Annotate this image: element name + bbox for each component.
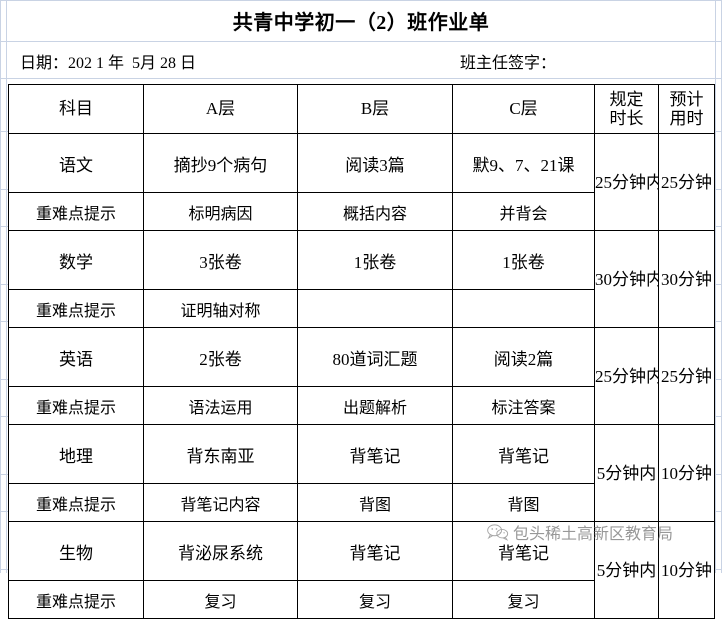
task-level-a: 背泌尿系统 (143, 521, 298, 581)
task-level-a: 摘抄9个病句 (143, 133, 298, 193)
subject-name: 数学 (8, 230, 144, 290)
header-level-b: B层 (297, 84, 453, 134)
task-level-c: 背笔记 (452, 424, 595, 484)
required-time: 25分钟内 (594, 327, 659, 425)
task-level-c: 1张卷 (452, 230, 595, 290)
task-level-a: 背东南亚 (143, 424, 298, 484)
subject-name: 语文 (8, 133, 144, 193)
hint-level-b: 背图 (297, 483, 453, 522)
task-level-a: 2张卷 (143, 327, 298, 387)
task-level-c: 阅读2篇 (452, 327, 595, 387)
hint-level-b: 概括内容 (297, 192, 453, 231)
hint-label: 重难点提示 (8, 192, 144, 231)
estimated-time: 30分钟 (658, 230, 715, 328)
hint-level-c: 并背会 (452, 192, 595, 231)
table-row: 地理 背东南亚 背笔记 背笔记 5分钟内 10分钟 (8, 424, 715, 522)
task-level-b: 背笔记 (297, 424, 453, 484)
header-estimated-time-line2: 用时 (669, 109, 704, 128)
meta-row: 日期：202 1 年 5月 28 日 班主任签字： (8, 42, 714, 78)
header-required-time-line1: 规定 (609, 89, 644, 109)
hint-level-b (297, 289, 453, 328)
required-time: 5分钟内 (594, 521, 659, 619)
date-label: 日期：202 1 年 5月 28 日 (20, 55, 197, 72)
hint-level-b: 出题解析 (297, 386, 453, 425)
required-time: 30分钟内 (594, 230, 659, 328)
required-time: 5分钟内 (594, 424, 659, 522)
subject-name: 生物 (8, 521, 144, 581)
hint-label: 重难点提示 (8, 289, 144, 328)
subject-name: 地理 (8, 424, 144, 484)
hint-label: 重难点提示 (8, 483, 144, 522)
hint-level-a: 语法运用 (143, 386, 298, 425)
hint-level-c: 背图 (452, 483, 595, 522)
task-level-a: 3张卷 (143, 230, 298, 290)
required-time: 25分钟内 (594, 133, 659, 231)
task-level-b: 阅读3篇 (297, 133, 453, 193)
task-level-b: 1张卷 (297, 230, 453, 290)
table-row: 语文 摘抄9个病句 阅读3篇 默9、7、21课 25分钟内 25分钟 (8, 133, 715, 231)
task-level-b: 背笔记 (297, 521, 453, 581)
subject-name: 英语 (8, 327, 144, 387)
homework-table: 科目 A层 B层 C层 规定 时长 预计 用时 语文 摘抄9个病句 阅读3篇 默… (8, 84, 715, 619)
header-required-time: 规定 时长 (594, 84, 659, 134)
hint-level-a: 标明病因 (143, 192, 298, 231)
header-subject: 科目 (8, 84, 144, 134)
hint-label: 重难点提示 (8, 386, 144, 425)
header-level-a: A层 (143, 84, 298, 134)
title-row: 共青中学初一（2）班作业单 (8, 0, 714, 40)
hint-level-a: 背笔记内容 (143, 483, 298, 522)
header-estimated-time: 预计 用时 (658, 84, 715, 134)
estimated-time: 10分钟 (658, 424, 715, 522)
hint-level-a: 证明轴对称 (143, 289, 298, 328)
homework-sheet-page: 共青中学初一（2）班作业单 日期：202 1 年 5月 28 日 班主任签字： … (0, 0, 722, 619)
header-level-c: C层 (452, 84, 595, 134)
header-required-time-line2: 时长 (609, 109, 644, 128)
table-row: 生物 背泌尿系统 背笔记 背笔记 5分钟内 10分钟 (8, 521, 715, 619)
task-level-c: 背笔记 (452, 521, 595, 581)
task-level-b: 80道词汇题 (297, 327, 453, 387)
hint-level-c: 标注答案 (452, 386, 595, 425)
task-level-c: 默9、7、21课 (452, 133, 595, 193)
header-estimated-time-line1: 预计 (669, 89, 704, 109)
table-header-row: 科目 A层 B层 C层 规定 时长 预计 用时 (8, 84, 715, 134)
table-row: 数学 3张卷 1张卷 1张卷 30分钟内 30分钟 (8, 230, 715, 328)
page-title: 共青中学初一（2）班作业单 (232, 11, 490, 34)
estimated-time: 25分钟 (658, 133, 715, 231)
table-row: 英语 2张卷 80道词汇题 阅读2篇 25分钟内 25分钟 (8, 327, 715, 425)
hint-level-c: 复习 (452, 580, 595, 619)
estimated-time: 25分钟 (658, 327, 715, 425)
hint-level-a: 复习 (143, 580, 298, 619)
hint-level-b: 复习 (297, 580, 453, 619)
hint-level-c (452, 289, 595, 328)
hint-label: 重难点提示 (8, 580, 144, 619)
teacher-signature-label: 班主任签字： (460, 55, 557, 72)
estimated-time: 10分钟 (658, 521, 715, 619)
